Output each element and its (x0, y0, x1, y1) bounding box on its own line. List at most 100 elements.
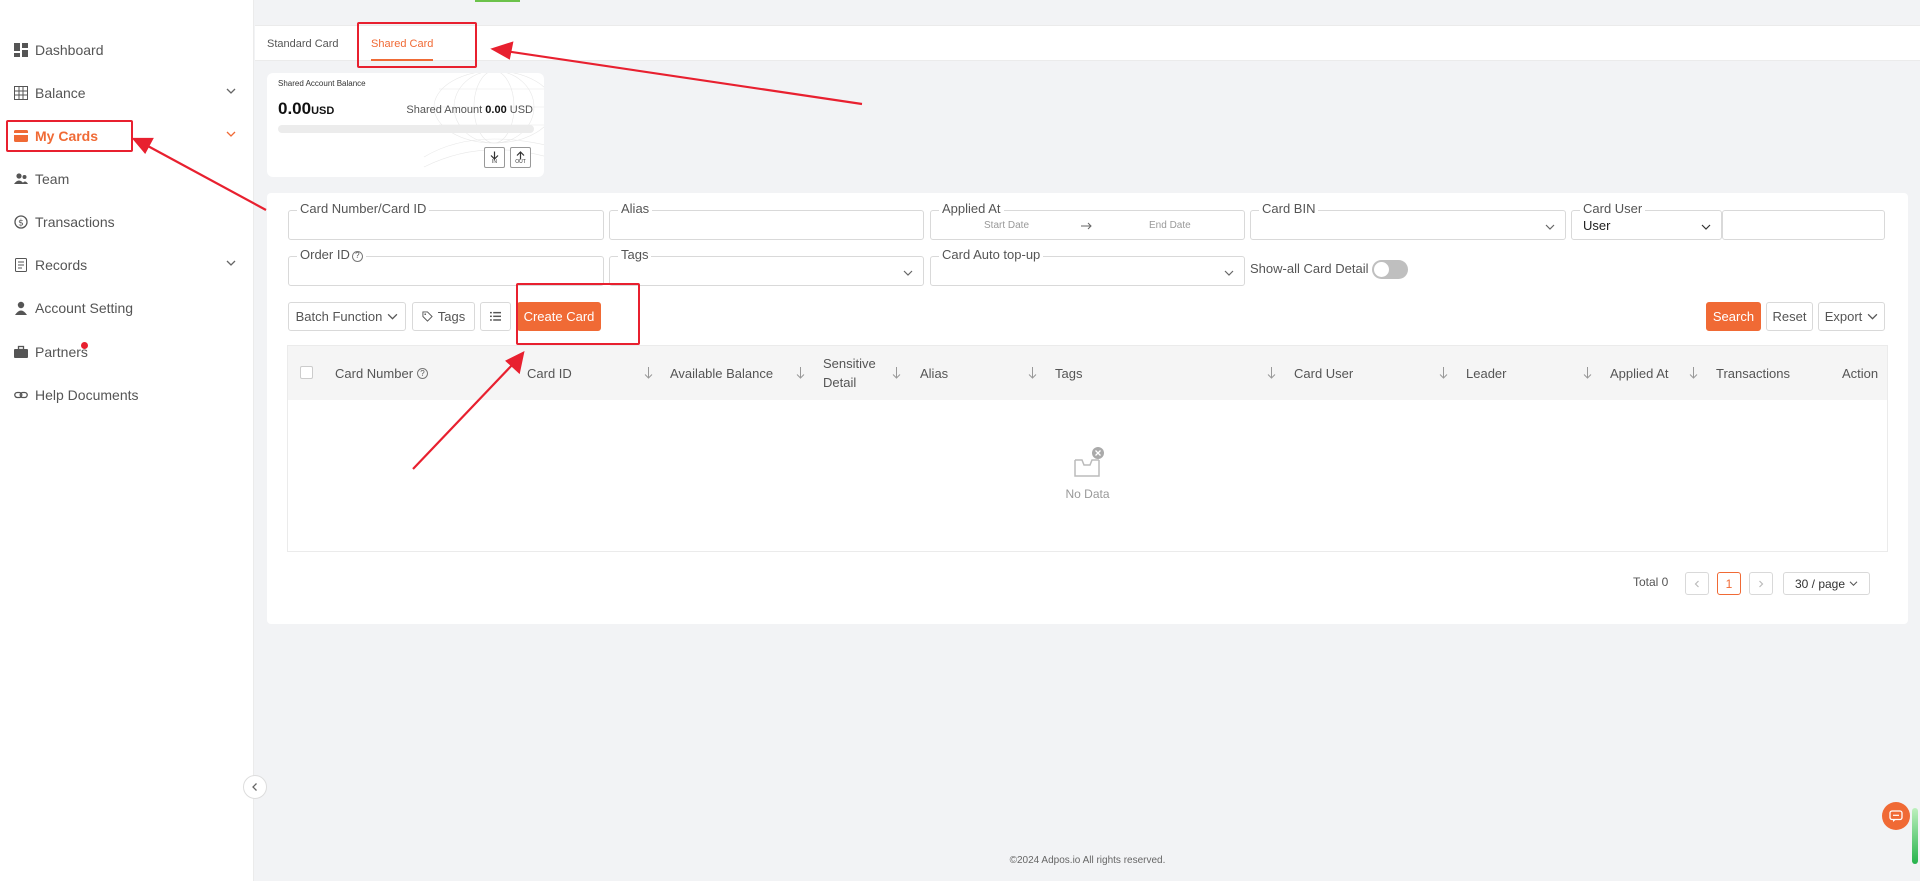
sort-arrow-icon[interactable] (1028, 367, 1037, 379)
chevron-down-icon (226, 88, 236, 94)
chevron-down-icon (1701, 224, 1711, 230)
arrow-right-icon (1081, 222, 1092, 230)
col-applied-at[interactable]: Applied At (1610, 346, 1669, 400)
sidebar-item-label: Transactions (35, 213, 115, 230)
shared-balance-card: Shared Account Balance 0.00USD Shared Am… (267, 73, 544, 177)
team-icon (14, 172, 28, 186)
sidebar-item-label: Team (35, 170, 70, 187)
sort-arrow-icon[interactable] (1583, 367, 1592, 379)
sidebar-item-help-documents[interactable]: Help Documents (0, 373, 254, 416)
balance-title: Shared Account Balance (278, 79, 366, 88)
sort-arrow-icon[interactable] (1267, 367, 1276, 379)
sort-arrow-icon[interactable] (796, 367, 805, 379)
chevron-left-icon (1694, 580, 1699, 587)
page-size-select[interactable]: 30 / page (1783, 572, 1870, 595)
col-action: Action (1842, 365, 1879, 381)
prev-page-button[interactable] (1685, 572, 1709, 595)
col-leader[interactable]: Leader (1466, 346, 1506, 400)
briefcase-icon (14, 345, 28, 359)
tags-select[interactable]: Tags (609, 247, 924, 286)
col-transactions[interactable]: Transactions (1716, 346, 1790, 400)
annotation-box-my-cards (6, 120, 133, 152)
dollar-cycle-icon: $ (14, 214, 28, 229)
sidebar-item-records[interactable]: Records (0, 243, 254, 286)
show-all-toggle[interactable] (1372, 260, 1408, 279)
list-icon (490, 311, 501, 321)
batch-function-button[interactable]: Batch Function (288, 302, 406, 331)
table-header: Card Number? Card ID Available Balance S… (288, 346, 1887, 400)
col-alias[interactable]: Alias (920, 346, 948, 400)
chevron-down-icon (1867, 313, 1878, 320)
col-available-balance[interactable]: Available Balance (670, 346, 773, 400)
chevron-down-icon (903, 270, 913, 276)
svg-text:$: $ (18, 218, 24, 228)
sidebar-item-balance[interactable]: Balance (0, 71, 254, 114)
alias-input[interactable]: Alias (609, 201, 924, 240)
chevron-down-icon (387, 313, 398, 320)
chevron-down-icon (226, 131, 236, 137)
pagination-total: Total 0 (1633, 575, 1669, 589)
sort-arrow-icon[interactable] (1439, 367, 1448, 379)
chevron-down-icon (226, 260, 236, 266)
column-settings-button[interactable] (480, 302, 511, 331)
collapse-sidebar-button[interactable] (243, 775, 267, 799)
sidebar-item-transactions[interactable]: $ Transactions (0, 200, 254, 243)
empty-text: No Data (1065, 487, 1110, 501)
transfer-in-button[interactable]: IN (484, 147, 505, 168)
sort-arrow-icon[interactable] (892, 367, 901, 379)
sidebar-item-label: Records (35, 256, 88, 273)
chevron-down-icon (1545, 224, 1555, 230)
user-icon (14, 301, 28, 315)
next-page-button[interactable] (1749, 572, 1773, 595)
notification-dot (81, 342, 88, 349)
dashboard-icon (14, 42, 28, 57)
col-card-number[interactable]: Card Number? (335, 346, 429, 400)
sidebar-item-dashboard[interactable]: Dashboard (0, 28, 254, 71)
empty-state: No Data (288, 446, 1887, 501)
card-user-input[interactable] (1722, 210, 1885, 240)
help-icon: ? (351, 250, 363, 262)
help-icon: ? (417, 367, 429, 379)
transfer-out-button[interactable]: OUT (510, 147, 531, 168)
balance-amount: 0.00USD (278, 99, 335, 118)
card-number-input[interactable]: Card Number/Card ID (288, 201, 604, 240)
sidebar-item-partners[interactable]: Partners (0, 330, 254, 373)
sort-arrow-icon[interactable] (1689, 367, 1698, 379)
reset-button[interactable]: Reset (1766, 302, 1813, 331)
select-all-checkbox[interactable] (300, 366, 313, 379)
col-card-user[interactable]: Card User (1294, 346, 1353, 400)
tags-button[interactable]: Tags (412, 302, 475, 331)
footer-copyright: ©2024 Adpos.io All rights reserved. (1009, 855, 1166, 866)
annotation-box-create-card (516, 283, 640, 345)
sort-arrow-icon[interactable] (644, 367, 653, 379)
end-date-placeholder: End Date (1149, 220, 1191, 231)
export-button[interactable]: Export (1818, 302, 1885, 331)
top-indicator (475, 0, 520, 2)
sidebar-item-team[interactable]: Team (0, 157, 254, 200)
chat-support-button[interactable] (1882, 802, 1910, 830)
sidebar-item-account-setting[interactable]: Account Setting (0, 286, 254, 329)
chat-icon (1889, 809, 1903, 822)
col-sensitive-detail[interactable]: Sensitive Detail (823, 346, 876, 400)
col-card-id[interactable]: Card ID (527, 346, 572, 400)
search-button[interactable]: Search (1706, 302, 1761, 331)
sidebar-item-label: Account Setting (35, 299, 134, 316)
page-number-button[interactable]: 1 (1717, 572, 1741, 595)
sidebar-item-label: Help Documents (35, 386, 139, 403)
chevron-left-icon (252, 783, 257, 791)
auto-topup-select[interactable]: Card Auto top-up (930, 247, 1245, 286)
table-icon (14, 85, 28, 100)
applied-at-date-range[interactable]: Applied At Start Date End Date (930, 201, 1245, 240)
balance-progress-bar (278, 125, 534, 133)
cards-table: Card Number? Card ID Available Balance S… (287, 345, 1888, 552)
order-id-input[interactable]: Order ID? (288, 247, 604, 286)
tag-icon (422, 311, 433, 322)
card-bin-select[interactable]: Card BIN (1250, 201, 1566, 240)
empty-box-icon (1073, 447, 1104, 477)
chevron-down-icon (1224, 270, 1234, 276)
card-type-tabs: Standard Card Shared Card (255, 25, 1920, 61)
tab-standard-card[interactable]: Standard Card (267, 26, 339, 62)
chevron-down-icon (1849, 581, 1858, 586)
col-tags[interactable]: Tags (1055, 346, 1082, 400)
card-user-select[interactable]: Card User User (1571, 201, 1722, 240)
